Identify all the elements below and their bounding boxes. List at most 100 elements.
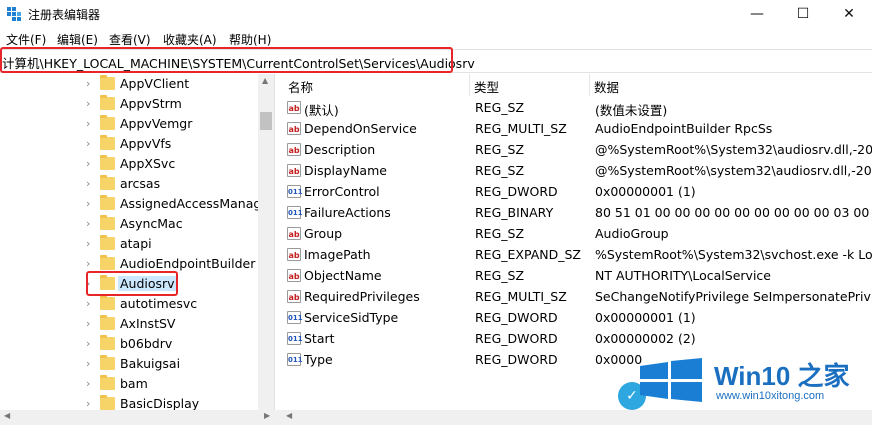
scroll-left-arrow-icon[interactable]: ◀ (4, 411, 10, 420)
binary-value-icon: 011 (287, 311, 303, 324)
tree-item[interactable]: › AppvVfs (0, 134, 258, 154)
menu-help[interactable]: 帮助(H) (229, 31, 271, 48)
column-header-type[interactable]: 类型 (470, 74, 590, 96)
chevron-right-icon[interactable]: › (86, 97, 90, 110)
tree-item[interactable]: › AppvStrm (0, 94, 258, 114)
tree-item[interactable]: › bam (0, 374, 258, 394)
chevron-right-icon[interactable]: › (86, 117, 90, 130)
value-type: REG_SZ (475, 100, 525, 115)
scroll-right-arrow-icon[interactable]: ▶ (264, 411, 270, 420)
value-row[interactable]: ab (默认) REG_SZ (数值未设置) (280, 97, 872, 118)
string-value-icon: ab (287, 143, 301, 156)
chevron-right-icon[interactable]: › (86, 357, 90, 370)
registry-editor-icon (7, 7, 21, 21)
value-type: REG_SZ (475, 142, 525, 157)
tree-item-label: atapi (120, 236, 152, 251)
menu-favorites[interactable]: 收藏夹(A) (163, 31, 217, 48)
string-value-icon: ab (287, 290, 301, 303)
tree-item[interactable]: › AppXSvc (0, 154, 258, 174)
menu-file[interactable]: 文件(F) (6, 31, 46, 48)
value-data: (数值未设置) (595, 103, 668, 118)
value-row[interactable]: ab DisplayName REG_SZ @%SystemRoot%\system3… (280, 160, 872, 181)
title-bar: 注册表编辑器 — ☐ ✕ (0, 0, 872, 28)
binary-value-icon: 011 (287, 332, 303, 345)
tree-item[interactable]: › AsyncMac (0, 214, 258, 234)
tree-item-label: BasicDisplay (120, 396, 200, 410)
chevron-right-icon[interactable]: › (86, 297, 90, 310)
value-type: REG_SZ (475, 268, 525, 283)
value-data: SeChangeNotifyPrivilege SeImpersonatePri… (595, 289, 872, 304)
tree-item[interactable]: › AssignedAccessManage (0, 194, 258, 214)
value-row[interactable]: ab DependOnService REG_MULTI_SZ AudioEndpoi… (280, 118, 872, 139)
value-data: %SystemRoot%\System32\svchost.exe -k Loc… (595, 247, 872, 262)
value-name: ErrorControl (304, 184, 380, 199)
tree-item[interactable]: › AppVClient (0, 74, 258, 94)
key-tree[interactable]: › AppVClient › AppvStrm › AppvVemgr › AppvVf… (0, 74, 258, 410)
value-row[interactable]: 011 FailureActions REG_BINARY 80 51 01 00 0… (280, 202, 872, 223)
tree-item[interactable]: › autotimesvc (0, 294, 258, 314)
scroll-left-arrow-icon[interactable]: ◀ (286, 411, 292, 420)
value-name: (默认) (304, 103, 339, 118)
menu-view[interactable]: 查看(V) (109, 31, 151, 48)
scroll-up-arrow-icon[interactable]: ▲ (262, 76, 268, 85)
string-value-icon: ab (287, 248, 301, 261)
tree-item[interactable]: › b06bdrv (0, 334, 258, 354)
chevron-right-icon[interactable]: › (86, 377, 90, 390)
value-row[interactable]: ab ObjectName REG_SZ NT AUTHORITY\LocalServ… (280, 265, 872, 286)
maximize-button[interactable]: ☐ (780, 0, 826, 28)
value-row[interactable]: ab ImagePath REG_EXPAND_SZ %SystemRoot%\Sys… (280, 244, 872, 265)
value-row[interactable]: 011 Start REG_DWORD 0x00000002 (2) (280, 328, 872, 349)
column-header-name[interactable]: 名称 (280, 74, 470, 96)
tree-vertical-scrollbar[interactable]: ▲ (258, 74, 274, 410)
value-row[interactable]: 011 ErrorControl REG_DWORD 0x00000001 (1) (280, 181, 872, 202)
value-data: 80 51 01 00 00 00 00 00 00 00 00 00 03 0… (595, 205, 872, 220)
folder-icon (100, 375, 115, 390)
menu-edit[interactable]: 编辑(E) (57, 31, 98, 48)
tree-item[interactable]: › atapi (0, 234, 258, 254)
scroll-thumb[interactable] (260, 112, 272, 130)
tree-item-label: AudioEndpointBuilder (120, 256, 256, 271)
value-row[interactable]: ab Group REG_SZ AudioGroup (280, 223, 872, 244)
value-name: Group (304, 226, 343, 241)
minimize-button[interactable]: — (734, 0, 780, 28)
chevron-right-icon[interactable]: › (86, 397, 90, 410)
chevron-right-icon[interactable]: › (86, 137, 90, 150)
value-type: REG_SZ (475, 226, 525, 241)
chevron-right-icon[interactable]: › (86, 217, 90, 230)
value-name: ImagePath (304, 247, 371, 262)
chevron-right-icon[interactable]: › (86, 257, 90, 270)
value-row[interactable]: ab Description REG_SZ @%SystemRoot%\System3… (280, 139, 872, 160)
chevron-right-icon[interactable]: › (86, 177, 90, 190)
tree-item[interactable]: › arcsas (0, 174, 258, 194)
horizontal-scrollbar[interactable]: ◀ ▶ ◀ (0, 410, 872, 425)
tree-item[interactable]: › AppvVemgr (0, 114, 258, 134)
chevron-right-icon[interactable]: › (86, 317, 90, 330)
chevron-right-icon[interactable]: › (86, 77, 90, 90)
chevron-right-icon[interactable]: › (86, 157, 90, 170)
chevron-right-icon[interactable]: › (86, 197, 90, 210)
tree-item-label: AppVClient (120, 76, 190, 91)
tree-item[interactable]: › BasicDisplay (0, 394, 258, 410)
value-row[interactable]: 011 ServiceSidType REG_DWORD 0x00000001 (1) (280, 307, 872, 328)
column-header-data[interactable]: 数据 (590, 74, 872, 96)
folder-icon (100, 215, 115, 230)
tree-item-label: AppXSvc (120, 156, 176, 171)
close-button[interactable]: ✕ (826, 0, 872, 28)
folder-icon (100, 255, 115, 270)
folder-icon (100, 75, 115, 90)
value-name: DependOnService (304, 121, 417, 136)
value-name: Description (304, 142, 376, 157)
folder-icon (100, 95, 115, 110)
chevron-right-icon[interactable]: › (86, 237, 90, 250)
tree-item-label: bam (120, 376, 148, 391)
value-row[interactable]: ab RequiredPrivileges REG_MULTI_SZ SeChange… (280, 286, 872, 307)
tree-item-label: AsyncMac (120, 216, 183, 231)
tree-item[interactable]: › AxInstSV (0, 314, 258, 334)
value-name: ObjectName (304, 268, 382, 283)
tree-item[interactable]: › Bakuigsai (0, 354, 258, 374)
chevron-right-icon[interactable]: › (86, 337, 90, 350)
tree-item-label: Bakuigsai (120, 356, 181, 371)
binary-value-icon: 011 (287, 353, 303, 366)
watermark-url: www.win10xitong.com (716, 390, 825, 402)
windows-logo-icon (640, 358, 702, 402)
